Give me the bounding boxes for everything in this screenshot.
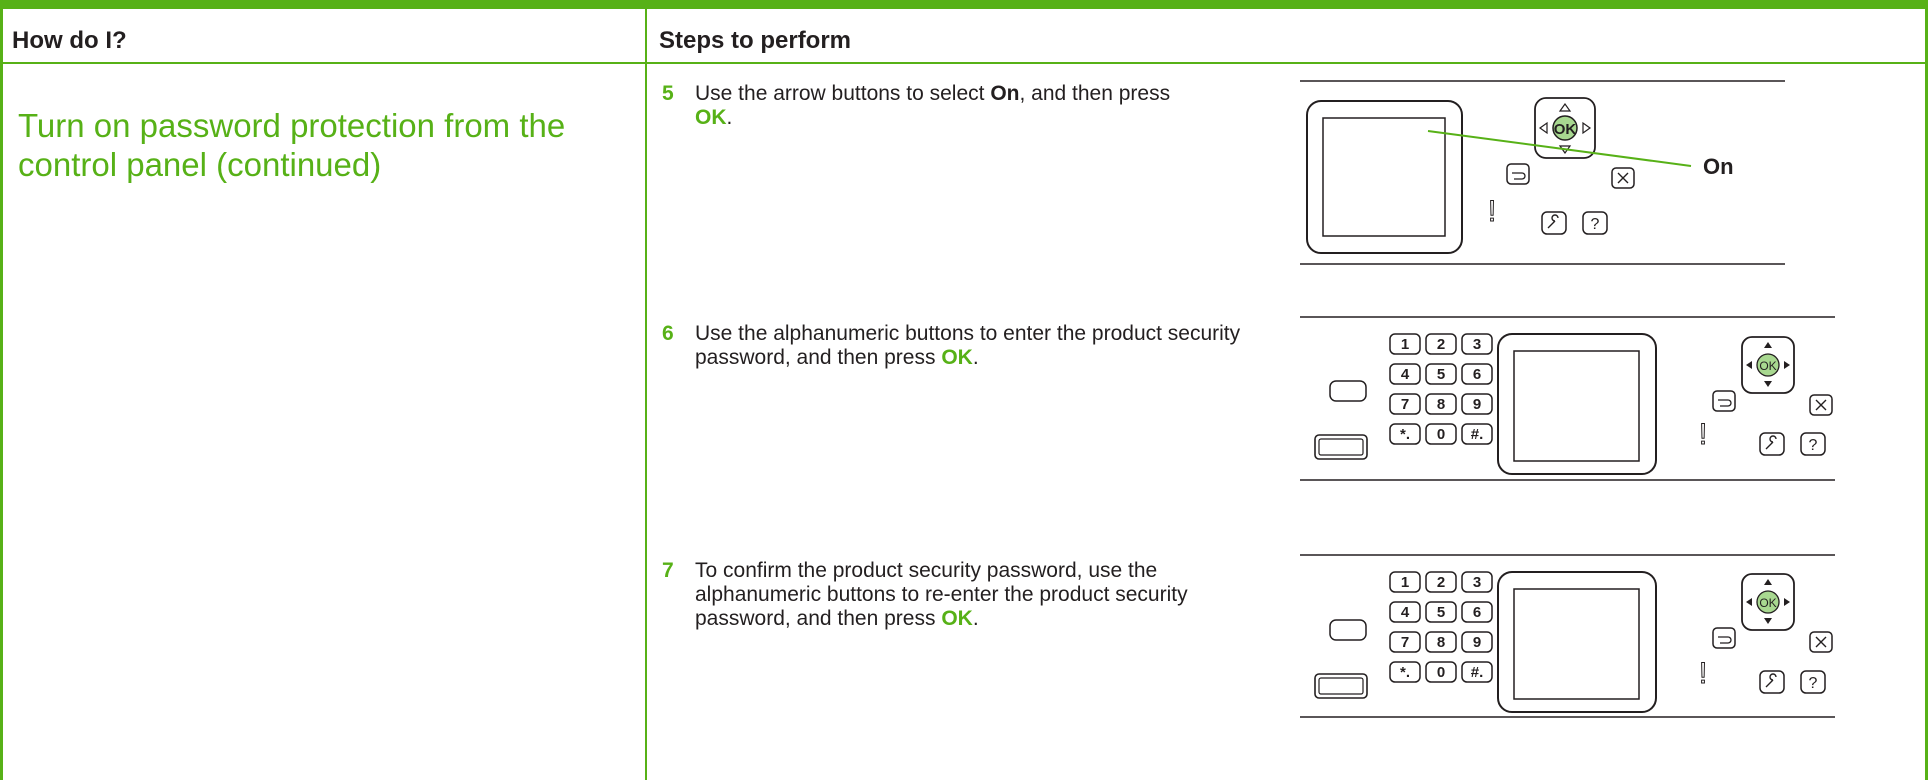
svg-text:!: ! [1699,418,1707,451]
display-screen [1497,333,1657,475]
callout-on-label: On [1703,154,1734,179]
keypad-key-label: 5 [1437,604,1445,621]
keypad-key-label: 7 [1401,396,1409,413]
svg-text:!: ! [1488,195,1496,228]
ok-keyword: OK [941,607,973,630]
step-text: Use the arrow buttons to select On, and … [695,82,1171,129]
display-screen [1497,571,1657,713]
step-text: Use the alphanumeric buttons to enter th… [695,322,1241,369]
ok-keyword: OK [941,346,973,369]
question-title: Turn on password protection from the con… [18,107,566,183]
keypad-key-label: 5 [1437,366,1445,383]
svg-text:OK: OK [1759,359,1776,373]
keypad: 1 2 3 4 5 6 7 8 9 *. 0 #. [1389,333,1493,445]
keypad-key-label: 3 [1473,574,1481,591]
step-7: 7 To confirm the product security passwo… [662,559,1262,631]
step-5: 5 Use the arrow buttons to select On, an… [662,82,1262,130]
keypad-key-label: 8 [1437,396,1445,413]
svg-text:OK: OK [1554,121,1577,138]
svg-text:!: ! [1699,657,1707,690]
column-divider [645,0,647,780]
keypad-key-label: 7 [1401,634,1409,651]
keypad-key-label: *. [1400,426,1410,443]
column-header-steps: Steps to perform [659,27,852,54]
svg-text:?: ? [1809,675,1818,692]
keypad-key-label: 0 [1437,664,1445,681]
column-header-how-do-i: How do I? [12,27,127,54]
keypad-key-label: *. [1400,664,1410,681]
keypad-key-label: 0 [1437,426,1445,443]
keypad-key-label: #. [1471,426,1484,443]
keypad-key-label: 1 [1401,336,1409,353]
keypad-key-label: 3 [1473,336,1481,353]
back-button [1712,390,1736,412]
control-panel-keypad-illustration: 1 2 3 4 5 6 7 8 9 *. 0 #. ! OK ? [1295,312,1855,502]
control-panel-illustration: OK ! ? On [1295,76,1855,276]
keypad-key-label: #. [1471,664,1484,681]
keypad-key-label: 2 [1437,336,1445,353]
keypad-key-label: 1 [1401,574,1409,591]
step-6: 6 Use the alphanumeric buttons to enter … [662,322,1262,370]
step-number: 5 [662,82,674,105]
keypad-key-label: 9 [1473,634,1481,651]
ok-keyword: OK [695,106,727,129]
control-panel-keypad-illustration: 1 2 3 4 5 6 7 8 9 *. 0 #. ! OK ? [1295,550,1855,740]
step-number: 6 [662,322,674,345]
keypad-key-label: 6 [1473,604,1481,621]
keypad-key-label: 4 [1401,604,1410,621]
back-button [1506,163,1530,185]
back-button [1712,627,1736,649]
on-option: On [990,82,1020,105]
keypad: 1 2 3 4 5 6 7 8 9 *. 0 #. [1389,571,1493,683]
step-text: To confirm the product security password… [695,559,1188,630]
keypad-key-label: 6 [1473,366,1481,383]
svg-text:OK: OK [1759,596,1776,610]
svg-text:?: ? [1591,216,1600,233]
keypad-key-label: 4 [1401,366,1410,383]
header-divider [0,62,1928,64]
keypad-key-label: 9 [1473,396,1481,413]
keypad-key-label: 8 [1437,634,1445,651]
keypad-key-label: 2 [1437,574,1445,591]
display-screen [1306,100,1463,254]
step-number: 7 [662,559,674,582]
svg-text:?: ? [1809,437,1818,454]
